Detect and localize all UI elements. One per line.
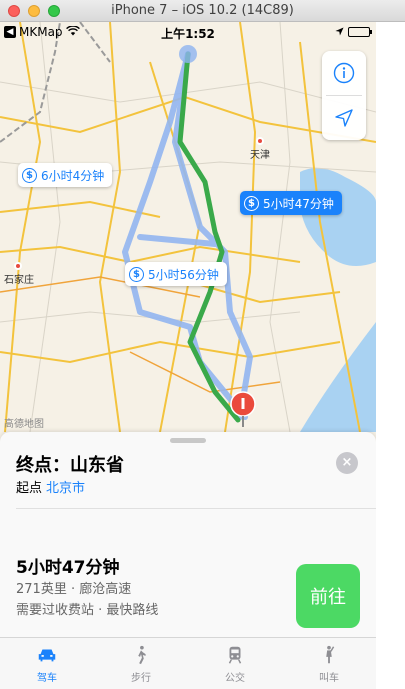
route-note: 需要过收费站 · 最快路线	[16, 603, 159, 618]
tab-label: 公交	[225, 672, 245, 684]
location-arrow-icon	[335, 109, 353, 127]
card-divider	[16, 508, 376, 509]
origin-label: 起点	[16, 481, 43, 496]
origin-row: 起点 北京市	[16, 477, 85, 496]
route-callout-alt-1[interactable]: $ 6小时4分钟	[18, 163, 113, 187]
status-right	[335, 25, 372, 39]
bohai-sea	[300, 168, 376, 266]
train-icon	[228, 646, 242, 664]
route-callout-label: 5小时47分钟	[263, 196, 334, 211]
map-watermark: 高德地图	[4, 419, 44, 430]
dollar-icon: $	[129, 266, 144, 282]
location-services-icon	[335, 25, 344, 39]
sea-south	[300, 322, 376, 432]
status-bar: ◀ MKMap 上午1:52	[0, 22, 376, 42]
tab-ride[interactable]: 叫车	[282, 638, 376, 689]
route-callout-alt-2[interactable]: $ 5小时56分钟	[125, 262, 227, 286]
status-time: 上午1:52	[161, 27, 215, 41]
tab-drive[interactable]: 驾车	[0, 638, 94, 689]
start-point	[179, 45, 197, 63]
tab-label: 驾车	[37, 672, 57, 684]
go-button[interactable]: 前往	[296, 564, 360, 628]
window-title: iPhone 7 – iOS 10.2 (14C89)	[111, 3, 294, 18]
phone-screen: ◀ MKMap 上午1:52 天津 石家庄 高德地图 $ 6小时4分钟 $ 5小…	[0, 22, 376, 689]
dollar-icon: $	[22, 167, 37, 183]
route-distance-road: 271英里 · 廊沧高速	[16, 582, 132, 597]
transport-tabbar: 驾车 步行 公交 叫车	[0, 637, 376, 689]
city-label-tianjin: 天津	[250, 150, 270, 161]
tab-walk[interactable]: 步行	[94, 638, 188, 689]
tianjin-marker	[256, 137, 264, 145]
directions-card: 终点：山东省 起点 北京市 × 5小时47分钟 271英里 · 廊沧高速 需要过收…	[0, 432, 376, 637]
tab-label: 步行	[131, 672, 151, 684]
map-canvas	[0, 22, 376, 433]
route-callout-primary[interactable]: $ 5小时47分钟	[240, 191, 342, 215]
walk-icon	[138, 645, 146, 664]
map-view[interactable]: 天津 石家庄 高德地图 $ 6小时4分钟 $ 5小时47分钟 $ 5小时56分钟	[0, 22, 376, 433]
card-grabber[interactable]	[170, 438, 206, 443]
map-controls	[322, 51, 366, 140]
close-card-button[interactable]: ×	[336, 452, 358, 474]
route-duration: 5小时47分钟	[16, 558, 120, 578]
simulator-titlebar: iPhone 7 – iOS 10.2 (14C89)	[0, 0, 405, 22]
car-icon	[38, 649, 56, 661]
origin-link[interactable]: 北京市	[46, 481, 85, 496]
shijiazhuang-marker	[14, 262, 22, 270]
track-location-button[interactable]	[322, 96, 366, 140]
destination-pin-icon	[230, 391, 256, 427]
ride-icon	[326, 645, 335, 663]
tab-label: 叫车	[319, 672, 339, 684]
close-icon: ×	[341, 455, 353, 470]
info-icon	[333, 62, 355, 84]
city-label-shijiazhuang: 石家庄	[4, 275, 34, 286]
route-callout-label: 5小时56分钟	[148, 267, 219, 282]
tab-transit[interactable]: 公交	[188, 638, 282, 689]
dollar-icon: $	[244, 195, 259, 211]
map-info-button[interactable]	[322, 51, 366, 95]
destination-title: 终点：山东省	[16, 455, 124, 476]
route-callout-label: 6小时4分钟	[41, 168, 105, 183]
battery-icon	[348, 27, 372, 37]
